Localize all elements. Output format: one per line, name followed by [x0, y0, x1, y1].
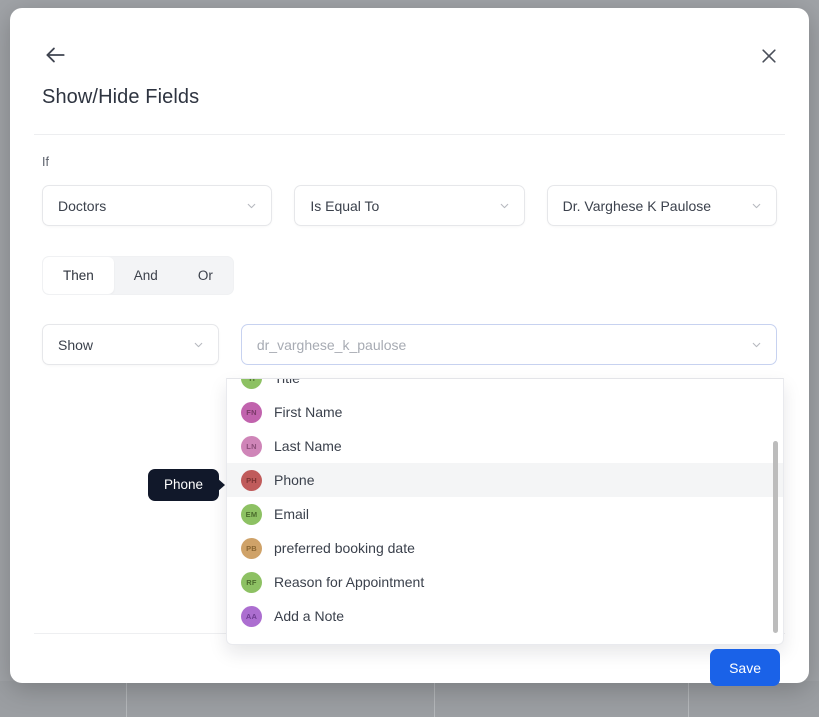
action-select-value: Show: [58, 336, 94, 353]
background-strip: [0, 681, 819, 717]
chevron-down-icon: [248, 203, 256, 208]
condition-row: Doctors Is Equal To Dr. Varghese K Paulo…: [42, 185, 777, 226]
background-column-divider: [434, 681, 435, 717]
dropdown-item[interactable]: PB preferred booking date: [227, 531, 783, 565]
field-tooltip: Phone: [148, 469, 226, 501]
field-avatar-icon: FN: [241, 401, 262, 423]
fields-multiselect-placeholder: dr_varghese_k_paulose: [256, 336, 407, 353]
field-avatar-icon: LN: [241, 435, 262, 457]
if-label: If: [42, 155, 49, 169]
field-avatar-icon: RF: [241, 571, 262, 593]
field-avatar-icon: EM: [241, 503, 262, 525]
dropdown-item[interactable]: RF Reason for Appointment: [227, 565, 783, 599]
header-divider: [34, 134, 785, 135]
tab-then[interactable]: Then: [43, 257, 114, 294]
condition-field-select[interactable]: Doctors: [42, 185, 273, 226]
dropdown-item[interactable]: FN First Name: [227, 395, 783, 429]
dropdown-item-label: First Name: [274, 404, 343, 420]
chevron-down-icon: [194, 342, 203, 347]
logic-tab-group: Then And Or: [42, 256, 234, 295]
dropdown-item-label: Last Name: [274, 438, 342, 454]
dropdown-item-label: Reason for Appointment: [274, 574, 425, 590]
dropdown-item-label: Add a Note: [274, 608, 345, 624]
background-column-divider: [126, 681, 127, 717]
dropdown-item-label: preferred booking date: [274, 540, 415, 556]
chevron-down-icon: [752, 342, 761, 347]
chevron-down-icon: [500, 203, 508, 208]
field-avatar-icon: PB: [241, 537, 262, 559]
field-avatar-icon: AA: [241, 605, 262, 627]
modal-header: Show/Hide Fields: [10, 8, 809, 109]
dropdown-item[interactable]: AA Add a Note: [227, 599, 783, 633]
fields-dropdown-items: TI Title FN First Name LN Last Name PH Phone EM E…: [227, 378, 783, 633]
action-select[interactable]: Show: [42, 324, 219, 365]
dropdown-item[interactable]: PH Phone: [227, 463, 783, 497]
dropdown-item-label: Title: [274, 378, 300, 386]
dropdown-item[interactable]: LN Last Name: [227, 429, 783, 463]
page-title: Show/Hide Fields: [42, 86, 200, 108]
fields-dropdown-list: TI Title FN First Name LN Last Name PH Phone EM E…: [226, 378, 784, 645]
condition-operator-value: Is Equal To: [310, 197, 380, 214]
dropdown-item[interactable]: EM Email: [227, 497, 783, 531]
chevron-down-icon: [752, 203, 761, 208]
condition-field-value: Doctors: [58, 197, 107, 214]
dropdown-item-label: Email: [274, 506, 310, 522]
back-arrow-icon[interactable]: [42, 42, 777, 68]
dropdown-item[interactable]: TI Title: [227, 378, 783, 395]
tab-and[interactable]: And: [114, 257, 178, 294]
condition-value-select[interactable]: Dr. Varghese K Paulose: [546, 185, 777, 226]
field-avatar-icon: TI: [241, 379, 262, 389]
save-button[interactable]: Save: [710, 649, 780, 686]
modal-body: If Doctors Is Equal To Dr. Varghese K Pa…: [10, 155, 809, 365]
dropdown-scrollbar[interactable]: [773, 441, 778, 633]
action-row: Show dr_varghese_k_paulose: [42, 324, 777, 365]
fields-multiselect-input[interactable]: dr_varghese_k_paulose: [240, 324, 777, 365]
condition-operator-select[interactable]: Is Equal To: [294, 185, 525, 226]
background-column-divider: [688, 681, 689, 717]
field-avatar-icon: PH: [241, 469, 262, 491]
dropdown-item-label: Phone: [274, 472, 315, 488]
tab-or[interactable]: Or: [178, 257, 233, 294]
condition-value-text: Dr. Varghese K Paulose: [562, 197, 712, 214]
